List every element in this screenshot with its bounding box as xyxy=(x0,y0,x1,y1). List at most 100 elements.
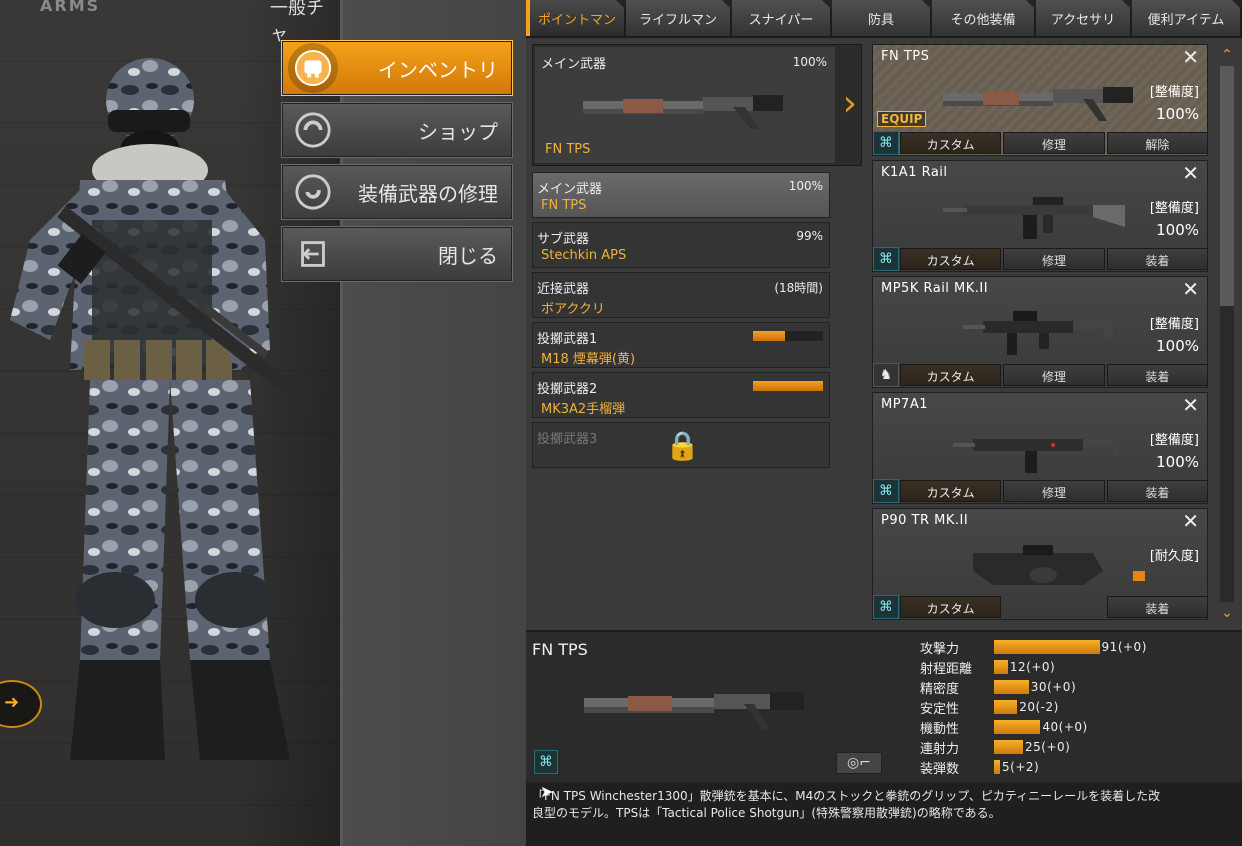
scroll-thumb[interactable] xyxy=(1220,66,1234,306)
shotgun-image xyxy=(583,95,783,129)
unequip-button[interactable]: 解除 xyxy=(1106,132,1208,154)
equipped-badge: EQUIP xyxy=(877,111,927,127)
custom-button[interactable]: カスタム xyxy=(900,364,1002,386)
stat-row: 機動性 40(+0) xyxy=(920,718,1240,737)
stat-row: 射程距離 12(+0) xyxy=(920,658,1240,677)
slot-durability: 99% xyxy=(796,229,823,243)
stat-bar xyxy=(994,680,1029,694)
tab-accessory[interactable]: アクセサリ xyxy=(1036,0,1132,36)
close-icon[interactable]: ✕ xyxy=(1182,393,1199,417)
main-weapon-title: メイン武器 xyxy=(541,57,607,72)
inventory-item[interactable]: MP5K Rail MK.II ✕ [整備度] 100% ♞ カスタム 修理 装… xyxy=(872,276,1208,388)
custom-button[interactable]: カスタム xyxy=(900,248,1002,270)
close-icon[interactable]: ✕ xyxy=(1182,45,1199,69)
repair-item-button[interactable]: 修理 xyxy=(1003,248,1105,270)
repair-item-button[interactable]: 修理 xyxy=(1003,364,1105,386)
detail-weapon-name: FN TPS xyxy=(532,640,588,659)
weapon-class-icon: ⌘ xyxy=(534,750,558,774)
repair-label: 装備武器の修理 xyxy=(358,181,498,206)
item-stat-label: [整備度] xyxy=(1149,85,1199,100)
item-name: MP5K Rail MK.II xyxy=(881,281,989,296)
inventory-item[interactable]: K1A1 Rail ✕ [整備度] 100% ⌘ カスタム 修理 装着 xyxy=(872,160,1208,272)
main-weapon-preview: メイン武器 100% FN TPS › xyxy=(532,44,862,166)
stat-value: 12(+0) xyxy=(1009,660,1056,674)
stat-value: 91(+0) xyxy=(1101,640,1147,654)
item-stat-value: 100% xyxy=(1156,105,1199,123)
attachment-icon[interactable]: ◎⌐ xyxy=(836,752,882,774)
stat-label: 攻撃力 xyxy=(920,641,960,657)
equip-button[interactable]: 装着 xyxy=(1106,364,1208,386)
inventory-button[interactable]: インベントリ xyxy=(281,40,513,96)
main-weapon-card[interactable]: メイン武器 100% FN TPS xyxy=(535,47,835,163)
equip-button[interactable]: 装着 xyxy=(1106,480,1208,502)
chevron-up-icon[interactable]: ⌃ xyxy=(1218,48,1236,62)
stat-label: 安定性 xyxy=(920,701,960,717)
weapon-class-icon: ⌘ xyxy=(873,595,899,619)
tab-armor[interactable]: 防具 xyxy=(832,0,932,36)
slot-throwing-weapon-1[interactable]: 投擲武器1 M18 煙幕弾(黄) xyxy=(532,322,830,368)
tab-pointman[interactable]: ポイントマン xyxy=(526,0,626,36)
inventory-item[interactable]: P90 TR MK.II ✕ [耐久度] ⌘ カスタム 装着 xyxy=(872,508,1208,620)
slot-value: FN TPS xyxy=(541,198,587,213)
item-name: MP7A1 xyxy=(881,397,928,412)
item-stat-value: 100% xyxy=(1156,453,1199,471)
stat-row: 安定性 20(-2) xyxy=(920,698,1240,717)
tab-other-equipment[interactable]: その他装備 xyxy=(932,0,1036,36)
slot-quantity-bar xyxy=(753,331,823,341)
slot-label: 投擲武器3 xyxy=(537,432,598,447)
repair-item-button[interactable]: 修理 xyxy=(1003,480,1105,502)
item-action-bar: ⌘ カスタム 修理 装着 xyxy=(873,247,1209,271)
inventory-scrollbar[interactable]: ⌃ ⌄ xyxy=(1218,48,1236,620)
rifle-image xyxy=(943,197,1125,239)
item-name: FN TPS xyxy=(881,49,930,64)
stat-row: 連射力 25(+0) xyxy=(920,738,1240,757)
tab-sniper[interactable]: スナイパー xyxy=(732,0,832,36)
inventory-item[interactable]: MP7A1 ✕ [整備度] 100% ⌘ カスタム 修理 装着 xyxy=(872,392,1208,504)
slot-label: サブ武器 xyxy=(537,232,590,247)
stat-row: 装弾数 5(+2) xyxy=(920,758,1240,777)
stat-row: 攻撃力 91(+0) xyxy=(920,638,1240,657)
close-icon[interactable]: ✕ xyxy=(1182,161,1199,185)
slot-durability: (18時間) xyxy=(774,281,823,295)
item-action-bar: ♞ カスタム 修理 装着 xyxy=(873,363,1209,387)
weapon-description: 「FN TPS Winchester1300」散弾銃を基本に、M4のストックと拳… xyxy=(526,782,1242,846)
inventory-icon xyxy=(288,43,338,93)
main-weapon-name: FN TPS xyxy=(545,142,591,157)
stat-label: 精密度 xyxy=(920,681,960,697)
tab-useful-items[interactable]: 便利アイテム xyxy=(1132,0,1242,36)
inventory-item[interactable]: FN TPS ✕ [整備度] 100% EQUIP ⌘ カスタム 修理 解除 xyxy=(872,44,1208,156)
slot-value: MK3A2手榴弾 xyxy=(541,402,626,417)
stat-label: 機動性 xyxy=(920,721,960,737)
shotgun-image xyxy=(584,692,804,730)
custom-button[interactable]: カスタム xyxy=(900,596,1002,618)
item-name: P90 TR MK.II xyxy=(881,513,969,528)
lock-icon: 🔒 xyxy=(665,429,700,462)
weapon-inventory-list: FN TPS ✕ [整備度] 100% EQUIP ⌘ カスタム 修理 解除 K… xyxy=(872,44,1238,626)
tab-rifleman[interactable]: ライフルマン xyxy=(626,0,732,36)
close-icon[interactable]: ✕ xyxy=(1182,509,1199,533)
custom-button[interactable]: カスタム xyxy=(900,480,1002,502)
repair-button[interactable]: 装備武器の修理 xyxy=(281,164,513,220)
item-action-bar: ⌘ カスタム 修理 解除 xyxy=(873,131,1209,155)
durability-indicator xyxy=(1133,571,1145,581)
repair-item-button[interactable]: 修理 xyxy=(1003,132,1105,154)
chevron-down-icon[interactable]: ⌄ xyxy=(1218,606,1236,620)
equip-button[interactable]: 装着 xyxy=(1106,596,1208,618)
chevron-right-icon[interactable]: › xyxy=(843,83,857,124)
close-icon[interactable]: ✕ xyxy=(1182,277,1199,301)
description-line: 「FN TPS Winchester1300」散弾銃を基本に、M4のストックと拳… xyxy=(532,789,1161,803)
slot-melee-weapon[interactable]: 近接武器 (18時間) ボアククリ xyxy=(532,272,830,318)
duck-icon: ♞ xyxy=(873,363,899,387)
equip-button[interactable]: 装着 xyxy=(1106,248,1208,270)
slot-sub-weapon[interactable]: サブ武器 99% Stechkin APS xyxy=(532,222,830,268)
slot-throwing-weapon-2[interactable]: 投擲武器2 MK3A2手榴弾 xyxy=(532,372,830,418)
slot-main-weapon[interactable]: メイン武器 100% FN TPS xyxy=(532,172,830,218)
item-stat-label: [整備度] xyxy=(1149,201,1199,216)
custom-button[interactable]: カスタム xyxy=(900,132,1002,154)
shop-button[interactable]: ショップ xyxy=(281,102,513,158)
smg-image xyxy=(973,545,1103,585)
close-button[interactable]: 閉じる xyxy=(281,226,513,282)
exit-icon xyxy=(288,229,338,279)
slot-durability: 100% xyxy=(788,179,823,193)
stat-value: 20(-2) xyxy=(1019,700,1059,714)
